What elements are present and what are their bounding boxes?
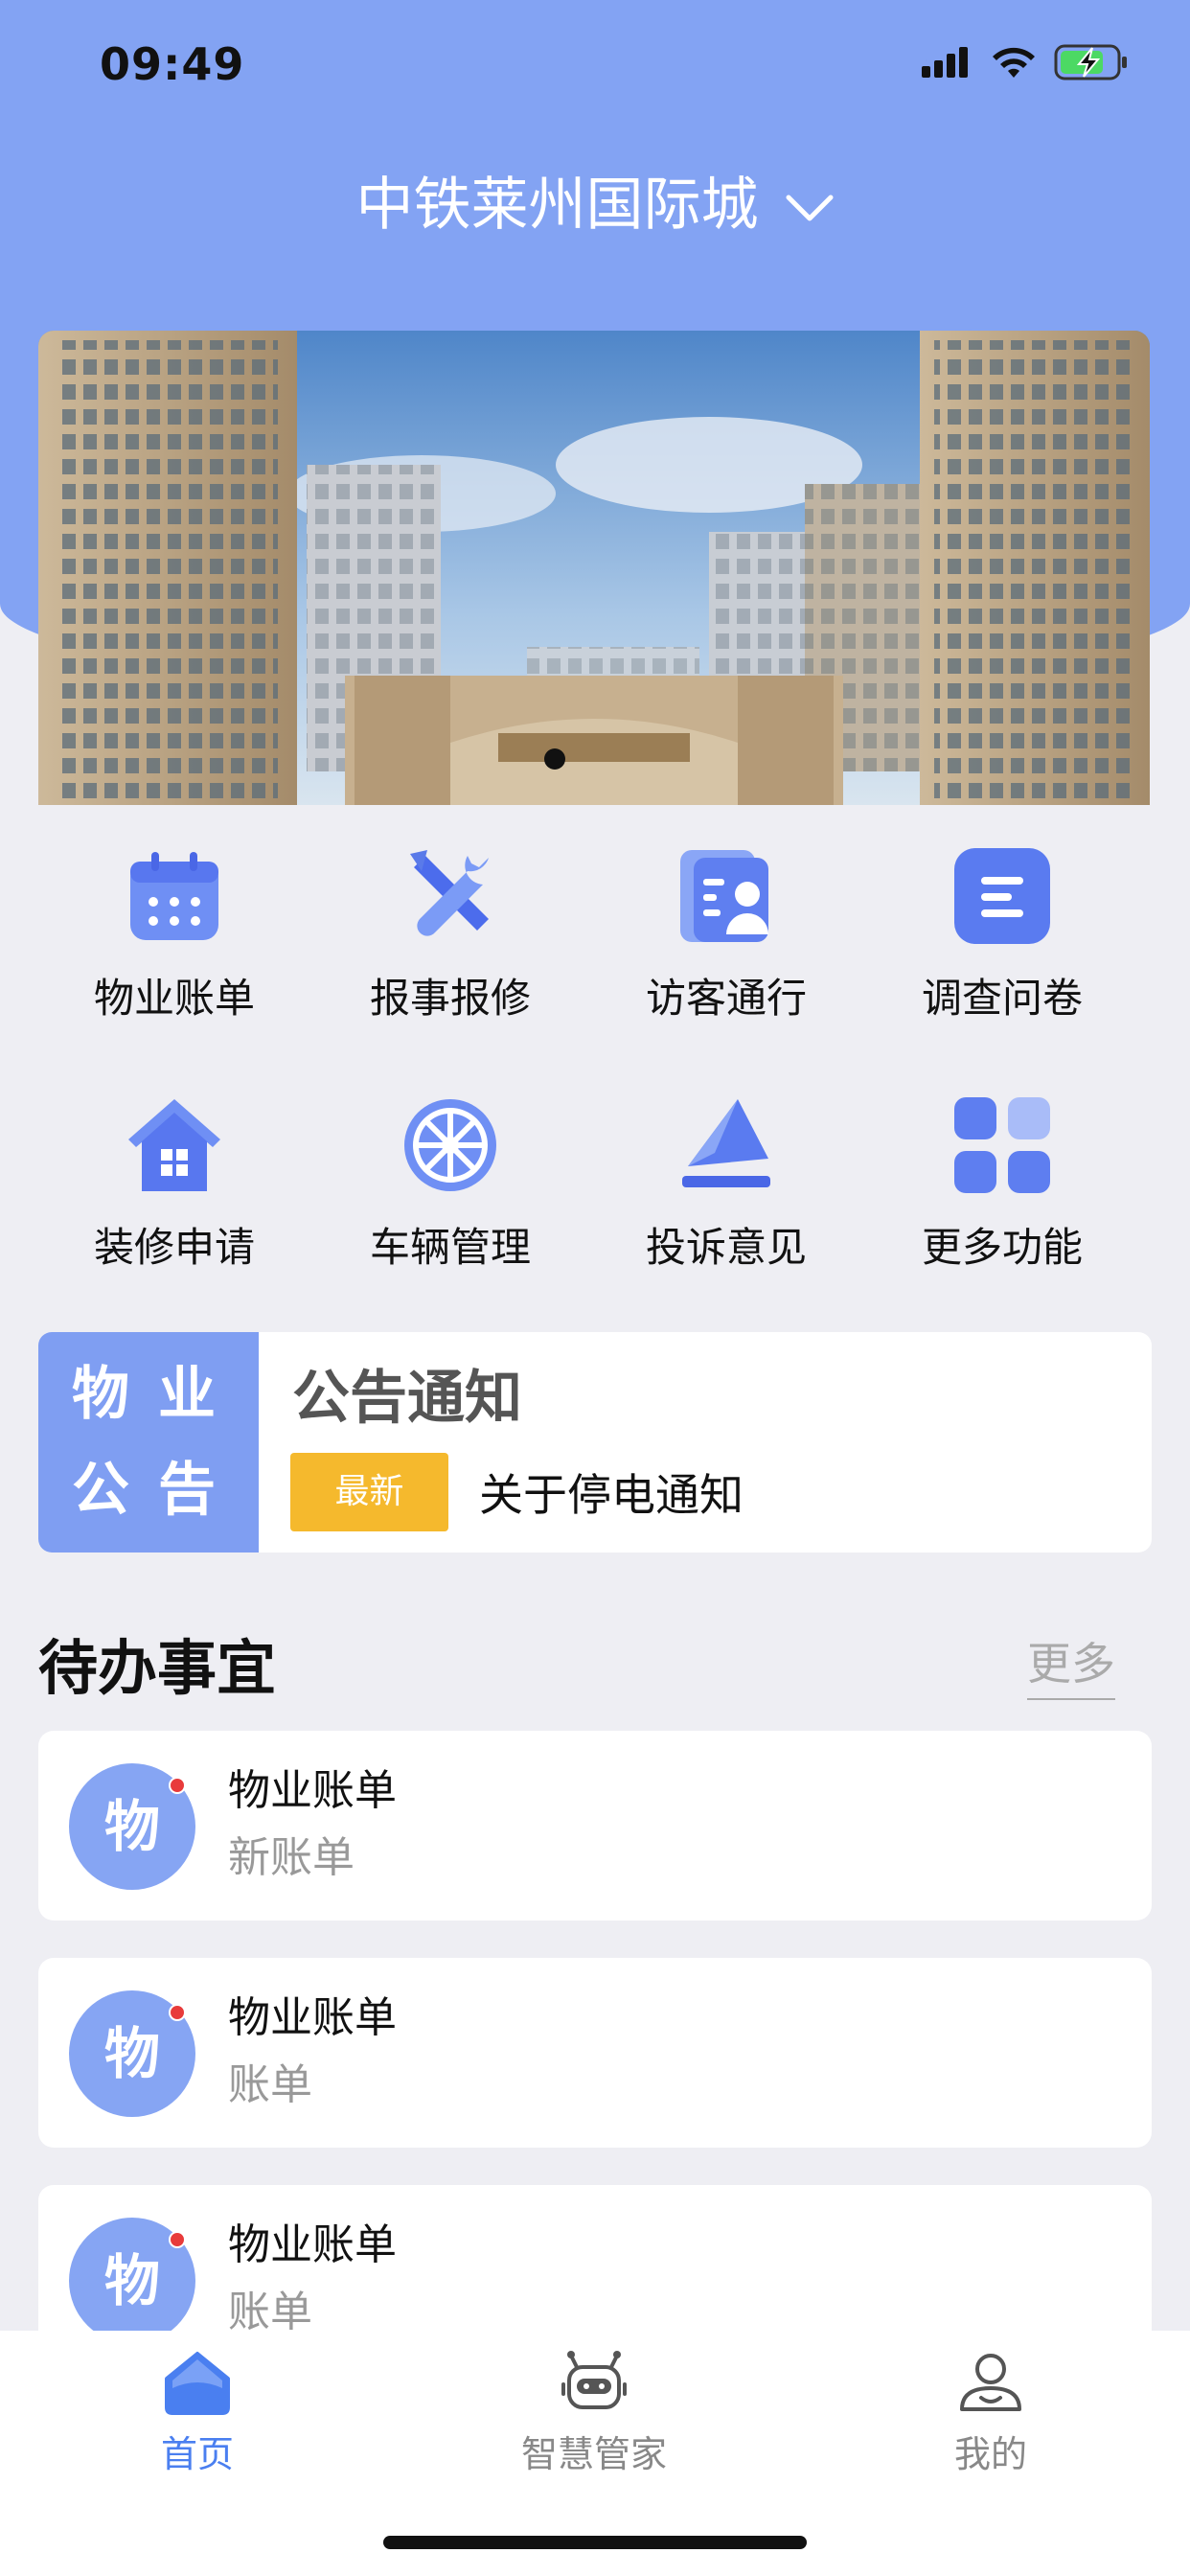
- wheel-icon: [404, 1099, 496, 1191]
- latest-badge: 最新: [290, 1453, 448, 1531]
- todo-item-title: 物业账单: [228, 1766, 397, 1815]
- announcement-card[interactable]: 物业 公告 公告通知 最新 关于停电通知: [38, 1332, 1152, 1552]
- grid-label: 报事报修: [369, 975, 531, 1022]
- grid-label: 装修申请: [93, 1224, 255, 1271]
- grid-item-repair[interactable]: 报事报修: [312, 843, 588, 1024]
- home-indicator[interactable]: [383, 2536, 807, 2549]
- tab-me[interactable]: 我的: [847, 2350, 1134, 2477]
- announcement-title: 公告通知: [292, 1365, 522, 1432]
- grid-label: 调查问卷: [921, 975, 1083, 1022]
- todo-item[interactable]: 物 物业账单 新账单: [38, 1731, 1152, 1920]
- robot-icon: [561, 2351, 627, 2409]
- carousel-indicator-dot[interactable]: [544, 748, 565, 770]
- grid-label: 访客通行: [645, 975, 807, 1022]
- community-selector[interactable]: 中铁莱州国际城: [0, 158, 1190, 242]
- banner-image: [38, 331, 1150, 805]
- tab-smart-butler[interactable]: 智慧管家: [450, 2350, 738, 2477]
- todo-heading: 待办事宜: [38, 1633, 277, 1703]
- grid-item-vehicle[interactable]: 车辆管理: [312, 1092, 588, 1274]
- house-icon: [128, 1099, 220, 1191]
- todo-item-title: 物业账单: [228, 1993, 397, 2042]
- grid-item-renovation[interactable]: 装修申请: [36, 1092, 312, 1274]
- grid-item-visitor[interactable]: 访客通行: [588, 843, 864, 1024]
- list-icon: [954, 848, 1050, 944]
- announcement-side-label: 物业 公告: [38, 1332, 259, 1552]
- unread-dot: [169, 2004, 186, 2021]
- banner-carousel[interactable]: [38, 331, 1150, 805]
- tab-label: 我的: [953, 2433, 1027, 2475]
- todo-item-subtitle: 账单: [228, 2060, 312, 2109]
- grid-item-property-bill[interactable]: 物业账单: [36, 843, 312, 1024]
- cellular-signal-icon: [922, 47, 968, 78]
- more-link[interactable]: 更多: [1027, 1629, 1115, 1700]
- community-name: 中铁莱州国际城: [355, 172, 759, 239]
- grid-item-survey[interactable]: 调查问卷: [864, 843, 1140, 1024]
- visitor-card-icon: [680, 850, 768, 942]
- tab-label: 首页: [160, 2433, 234, 2475]
- wrench-screwdriver-icon: [410, 850, 489, 936]
- tab-label: 智慧管家: [520, 2433, 667, 2475]
- home-icon: [165, 2352, 230, 2415]
- status-bar: 09:49: [0, 34, 1190, 92]
- wifi-icon: [993, 47, 1035, 78]
- unread-dot: [169, 2231, 186, 2248]
- announcement-side-label-line2: 公告: [72, 1457, 244, 1524]
- tab-home[interactable]: 首页: [54, 2350, 341, 2477]
- announcement-side-label-line1: 物业: [72, 1361, 244, 1428]
- grid-item-more[interactable]: 更多功能: [864, 1092, 1140, 1274]
- grid-item-complaint[interactable]: 投诉意见: [588, 1092, 864, 1274]
- todo-item-subtitle: 新账单: [228, 1833, 355, 1882]
- grid-label: 投诉意见: [645, 1224, 807, 1271]
- grid-label: 物业账单: [93, 975, 255, 1022]
- todo-item-title: 物业账单: [228, 2220, 397, 2269]
- unread-dot: [169, 1777, 186, 1794]
- status-time: 09:49: [100, 38, 245, 90]
- chevron-down-icon: [786, 195, 834, 221]
- todo-item-subtitle: 账单: [228, 2288, 312, 2336]
- battery-charging-icon: [1054, 44, 1127, 80]
- grid-label: 车辆管理: [369, 1224, 531, 1271]
- paper-plane-icon: [682, 1099, 770, 1187]
- todo-item[interactable]: 物 物业账单 账单: [38, 1958, 1152, 2148]
- calendar-icon: [130, 852, 218, 940]
- user-icon: [960, 2354, 1021, 2411]
- four-squares-icon: [954, 1097, 1050, 1193]
- announcement-text[interactable]: 关于停电通知: [479, 1460, 744, 1524]
- grid-label: 更多功能: [921, 1224, 1083, 1271]
- status-icons: [922, 44, 1129, 80]
